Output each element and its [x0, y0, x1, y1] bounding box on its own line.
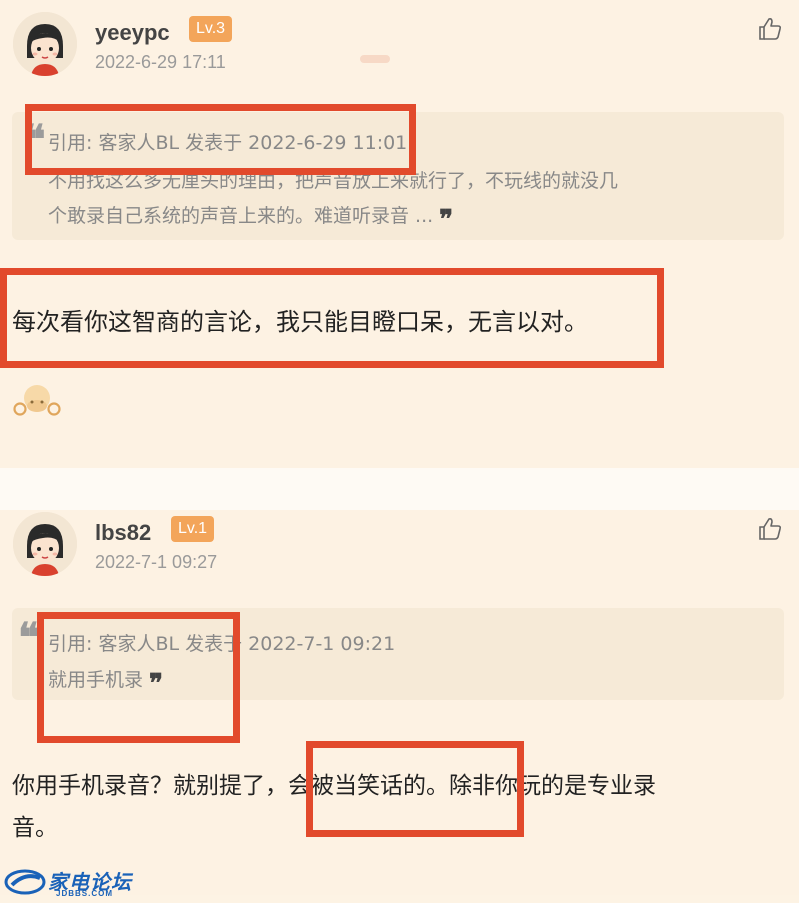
reply-segment: 你用手机录音？就别提了， [12, 773, 288, 799]
forum-logo-icon [4, 869, 46, 895]
avatar[interactable] [13, 512, 77, 576]
highlight-box [25, 104, 416, 175]
post-2: lbs82 Lv.1 2022-7-1 09:27 ❝ 引用: 客家人BL 发表… [0, 510, 799, 895]
highlight-box [37, 612, 240, 743]
thumbs-up-icon[interactable] [757, 516, 783, 542]
decorative-smudge [360, 55, 390, 63]
girl-avatar-icon [13, 512, 77, 576]
post-time: 2022-7-1 09:27 [95, 552, 218, 572]
post-1: yeeypc Lv.3 2022-6-29 17:11 ❝ 引用: 客家人BL … [0, 0, 799, 468]
username[interactable]: lbs82 [95, 520, 151, 546]
level-badge: Lv.1 [171, 516, 215, 542]
quote-line: 个敢录自己系统的声音上来的。难道听录音 ... [48, 205, 434, 227]
post-time: 2022-6-29 17:11 [95, 52, 226, 72]
quote-close-icon: ❞ [439, 205, 454, 235]
reply-text-line2: 音。 [12, 815, 58, 841]
speechless-emoji-icon [13, 385, 61, 416]
watermark-url: JDBBS.COM [56, 889, 114, 898]
post-divider [0, 468, 799, 510]
level-badge: Lv.3 [189, 16, 233, 42]
avatar[interactable] [13, 12, 77, 76]
highlight-box [0, 268, 664, 368]
thumbs-up-icon[interactable] [757, 16, 783, 42]
girl-avatar-icon [13, 12, 77, 76]
forum-watermark: 家电论坛 JDBBS.COM [4, 866, 134, 900]
highlight-box [306, 741, 524, 837]
username[interactable]: yeeypc [95, 20, 170, 46]
quote-line-end: 个敢录自己系统的声音上来的。难道听录音 ... ❞ [48, 200, 453, 236]
